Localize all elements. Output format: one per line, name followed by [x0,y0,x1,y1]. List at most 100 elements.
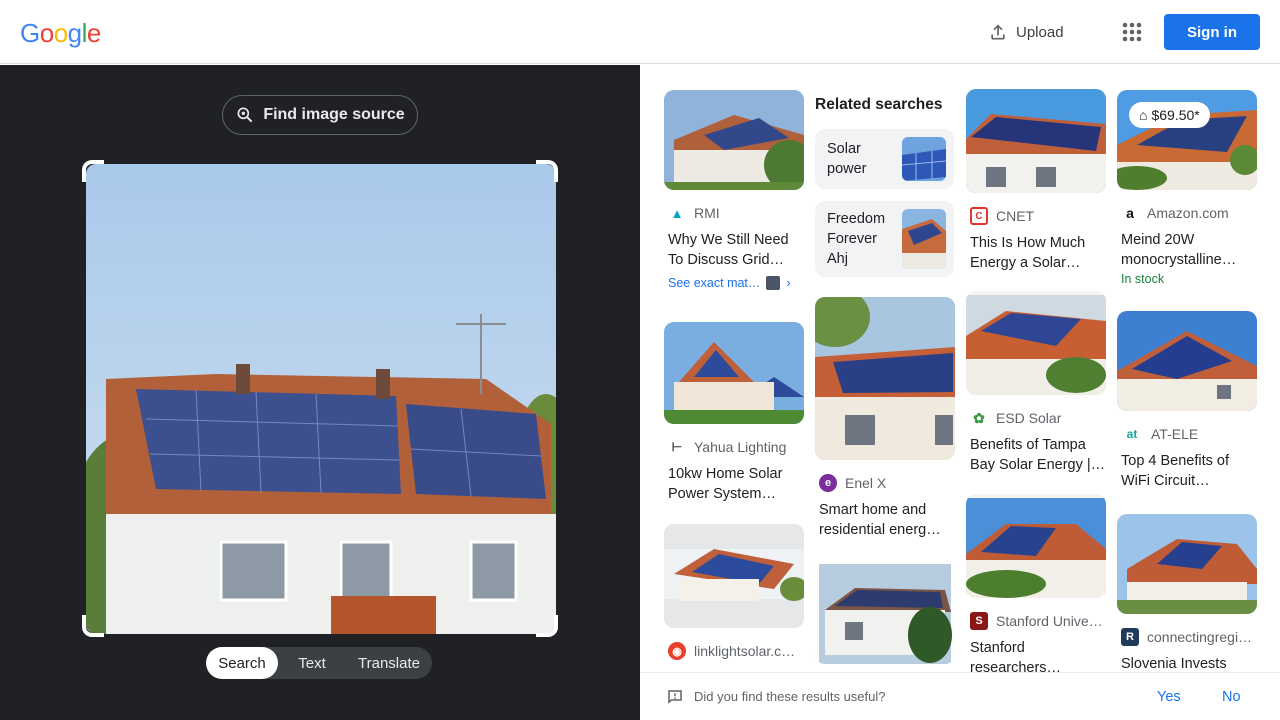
feedback-bar: Did you find these results useful? Yes N… [640,672,1280,720]
lens-image-panel: Find image source Search Text Translate [0,65,640,720]
upload-icon [991,24,1005,40]
enel-icon: e [819,474,837,492]
price-value: $69.50* [1151,107,1200,123]
result-card[interactable]: ✿ ESD Solar Benefits of Tampa Bay Solar E… [966,291,1106,475]
related-search-thumb [902,209,946,269]
yahua-icon: ⊢ [668,438,686,456]
result-title[interactable]: Top 4 Benefits of WiFi Circuit… [1117,451,1257,491]
lens-mode-switcher: Search Text Translate [206,647,432,679]
mode-translate-tab[interactable]: Translate [346,647,432,679]
result-source: C CNET [966,207,1106,225]
result-source-name: linklightsolar.c… [694,643,796,659]
related-search-chip[interactable]: Solar power [815,129,954,189]
feedback-no-button[interactable]: No [1222,689,1241,705]
result-source: a Amazon.com [1117,204,1257,222]
result-source: e Enel X [815,474,955,492]
header: Google Upload Sign in [0,0,1280,64]
price-badge: ⌂ $69.50* [1129,102,1210,128]
result-thumbnail[interactable] [815,297,955,460]
lens-search-icon [237,107,253,123]
feedback-icon [668,690,682,705]
result-thumbnail[interactable] [1117,514,1257,614]
result-title[interactable]: This Is How Much Energy a Solar… [966,233,1106,273]
result-title[interactable]: Stanford researchers… [966,638,1106,672]
result-thumbnail[interactable] [664,90,804,190]
result-title[interactable]: Meind 20W monocrystalline… [1117,230,1257,270]
result-card[interactable]: e Enel X Smart home and residential energ… [815,297,955,540]
mode-search-tab[interactable]: Search [206,647,278,679]
rmi-icon: ▲ [668,204,686,222]
related-search-label: Solar power [827,141,867,177]
exact-match-label: See exact mat… [668,276,761,290]
related-search-chip[interactable]: Freedom Forever Ahj [815,201,954,277]
google-logo[interactable]: Google [20,18,101,49]
result-thumbnail[interactable] [664,524,804,628]
result-source: ⊢ Yahua Lighting [664,438,804,456]
find-image-source-label: Find image source [263,106,405,123]
result-thumbnail[interactable]: ⌂ $69.50* [1117,90,1257,190]
result-source-name: RMI [694,205,720,221]
result-card[interactable]: ▲ RMI Why We Still Need To Discuss Grid… … [664,90,804,290]
related-search-label: Freedom Forever Ahj [827,211,886,267]
feedback-yes-button[interactable]: Yes [1157,689,1181,705]
stanford-icon: S [970,612,988,630]
related-searches-heading: Related searches [815,96,943,113]
upload-label: Upload [1016,23,1064,41]
result-thumbnail[interactable] [966,291,1106,395]
connecting-icon: R [1121,628,1139,646]
result-thumbnail[interactable] [966,89,1106,193]
upload-button[interactable]: Upload [988,16,1064,48]
result-thumbnail[interactable] [966,494,1106,598]
crop-handle-bottom-left[interactable] [82,615,104,637]
result-source-name: connectingregi… [1147,629,1253,645]
amazon-icon: a [1121,204,1139,222]
result-card[interactable] [815,560,955,664]
related-search-thumb [902,137,946,181]
result-thumbnail[interactable] [664,322,804,424]
cnet-icon: C [970,207,988,225]
result-title[interactable]: Smart home and residential energ… [815,500,955,540]
result-card[interactable]: ◉ linklightsolar.c… [664,524,804,660]
price-tag-icon: ⌂ [1139,107,1148,123]
chevron-right-icon: › [786,276,791,290]
crop-handle-top-left[interactable] [82,160,104,182]
esd-icon: ✿ [970,409,988,427]
result-thumbnail[interactable] [815,560,955,664]
results-panel: ▲ RMI Why We Still Need To Discuss Grid… … [640,65,1280,672]
result-card[interactable]: Rconnectingregi… Slovenia Invests [1117,514,1257,672]
exact-match-thumb [766,276,781,290]
result-source-name: Stanford Unive… [996,613,1103,629]
mode-text-tab[interactable]: Text [278,647,346,679]
result-title[interactable]: Benefits of Tampa Bay Solar Energy |… [966,435,1106,475]
result-source: ✿ ESD Solar [966,409,1106,427]
result-source-name: CNET [996,208,1035,224]
find-image-source-button[interactable]: Find image source [222,95,418,135]
logo-letter: G [20,18,40,48]
result-title[interactable]: 10kw Home Solar Power System… [664,464,804,504]
result-title[interactable]: Slovenia Invests [1117,654,1257,672]
crop-handle-bottom-right[interactable] [536,615,558,637]
result-source-name: Enel X [845,475,887,491]
query-image[interactable] [86,164,556,634]
result-card[interactable]: ⊢ Yahua Lighting 10kw Home Solar Power Sy… [664,322,804,504]
logo-letter: e [86,18,101,48]
result-source-name: Yahua Lighting [694,439,787,455]
feedback-question: Did you find these results useful? [694,689,886,704]
result-card[interactable]: C CNET This Is How Much Energy a Solar… [966,89,1106,273]
sign-in-button[interactable]: Sign in [1164,14,1260,50]
result-source: Rconnectingregi… [1117,628,1257,646]
atele-icon: at [1121,425,1143,443]
result-source: S Stanford Unive… [966,612,1106,630]
see-exact-matches-link[interactable]: See exact mat… › [664,276,804,290]
result-title[interactable]: Why We Still Need To Discuss Grid… [664,230,804,270]
result-thumbnail[interactable] [1117,311,1257,411]
result-card[interactable]: S Stanford Unive… Stanford researchers… [966,494,1106,672]
result-source: ▲ RMI [664,204,804,222]
apps-grid-icon[interactable] [1118,18,1146,46]
logo-letter: o [53,18,68,48]
result-card[interactable]: ⌂ $69.50* a Amazon.com Meind 20W monocryst… [1117,90,1257,286]
crop-handle-top-right[interactable] [536,160,558,182]
stock-status: In stock [1121,272,1165,286]
result-card[interactable]: at AT-ELE Top 4 Benefits of WiFi Circuit… [1117,311,1257,491]
result-source-name: Amazon.com [1147,205,1229,221]
